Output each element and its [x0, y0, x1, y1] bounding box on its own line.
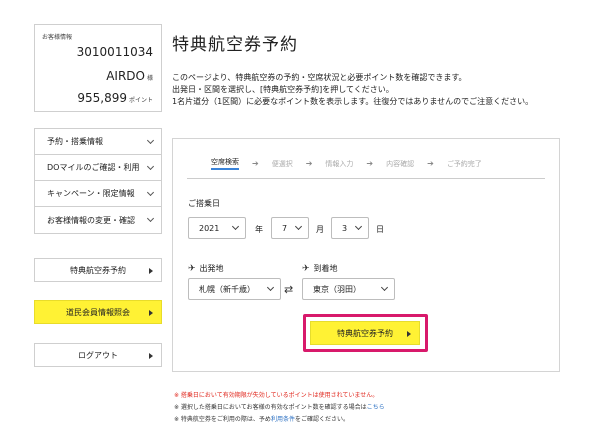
month-unit: 月 [316, 225, 324, 234]
year-value: 2021 [199, 223, 220, 233]
step-info-entry: 情報入力 [325, 159, 353, 169]
arrival-value: 東京（羽田） [313, 284, 361, 294]
day-value: 3 [342, 223, 348, 233]
arrow-right-icon [407, 331, 411, 337]
departure-label-row: ✈ 出発地 [188, 263, 224, 274]
step-flight-select: 便選択 [272, 159, 293, 169]
description-line: このページより、特典航空券の予約・空席状況と必要ポイント数を確認できます。 [172, 73, 467, 82]
description-line: 1名片道分（1区間）に必要なポイント数を表示します。往復分ではありませんのでご注… [172, 97, 534, 106]
arrow-right-icon: ➔ [252, 159, 259, 168]
departure-plane-icon: ✈ [188, 264, 196, 274]
step-label: 空席検索 [211, 157, 239, 170]
note-text: ※ 特典航空券をご利用の際は、予め [174, 416, 271, 423]
note-terms: ※ 特典航空券をご利用の際は、予め利用条件をご確認ください。 [174, 414, 385, 426]
year-select[interactable]: 2021 [188, 217, 246, 239]
chevron-down-icon [231, 222, 240, 231]
chevron-down-icon [146, 136, 155, 144]
note-valid-points: ※ 選択した搭乗日においてお客様の有効なポイント数を確認する場合はこちら [174, 402, 385, 414]
arrow-right-icon [149, 310, 153, 316]
note-expired-points: ※ 搭乗日において有効期限が失効しているポイントは使用されていません。 [174, 392, 379, 399]
page-title: 特典航空券予約 [172, 35, 298, 55]
departure-select[interactable]: 札幌（新千歳） [188, 278, 281, 300]
sidebar-dominmin-info-button[interactable]: 道民会員情報照会 [34, 300, 162, 324]
year-unit: 年 [255, 225, 263, 234]
departure-value: 札幌（新千歳） [199, 284, 255, 294]
step-search: 空席検索 [211, 157, 239, 170]
member-name-suffix: 様 [146, 75, 153, 82]
sidebar-menu: 予約・搭乗情報 DOマイルのご確認・利用 キャンペーン・限定情報 お客様情報の変… [34, 128, 162, 234]
arrival-plane-icon: ✈ [302, 264, 310, 274]
page-description: このページより、特典航空券の予約・空席状況と必要ポイント数を確認できます。 出発… [172, 72, 533, 108]
sidebar-award-ticket-button[interactable]: 特典航空券予約 [34, 258, 162, 282]
member-info-label: お客様情報 [42, 34, 73, 41]
chevron-down-icon [266, 283, 275, 292]
step-confirm: 内容確認 [386, 159, 414, 169]
arrival-label-row: ✈ 到着地 [302, 263, 338, 274]
chevron-down-icon [146, 162, 155, 170]
sidebar-award-ticket-label: 特典航空券予約 [70, 265, 126, 275]
sidebar-item-label: 予約・搭乗情報 [47, 137, 103, 146]
terms-link[interactable]: 利用条件 [271, 416, 295, 423]
sidebar-logout-label: ログアウト [78, 350, 118, 360]
chevron-down-icon [354, 222, 363, 231]
sidebar-dominmin-info-label: 道民会員情報照会 [66, 307, 130, 317]
day-unit: 日 [376, 225, 384, 234]
sidebar-item-label: キャンペーン・限定情報 [47, 189, 135, 198]
note-text: をご確認ください。 [294, 416, 349, 423]
sidebar-item-profile[interactable]: お客様情報の変更・確認 [35, 207, 161, 233]
day-select[interactable]: 3 [331, 217, 369, 239]
step-complete: ご予約完了 [447, 159, 482, 169]
valid-points-link[interactable]: こちら [367, 404, 385, 411]
arrival-select[interactable]: 東京（羽田） [302, 278, 395, 300]
step-label: 内容確認 [386, 159, 415, 168]
award-ticket-search-label: 特典航空券予約 [337, 328, 393, 338]
sidebar-item-label: お客様情報の変更・確認 [47, 215, 135, 225]
month-value: 7 [282, 223, 288, 233]
sidebar-item-reservations[interactable]: 予約・搭乗情報 [35, 129, 161, 155]
boarding-date-label: ご搭乗日 [188, 199, 220, 208]
note-text: ※ 選択した搭乗日においてお客様の有効なポイント数を確認する場合は [174, 404, 367, 411]
arrow-right-icon [149, 353, 153, 359]
arrow-right-icon: ➔ [305, 159, 313, 168]
swap-route-icon[interactable]: ⇄ [284, 283, 293, 296]
notes: ※ 搭乗日において有効期限が失効しているポイントは使用されていません。 ※ 選択… [174, 390, 385, 426]
departure-label: 出発地 [199, 264, 224, 273]
member-number: 3010011034 [76, 45, 153, 59]
arrival-label: 到着地 [313, 264, 338, 273]
arrow-right-icon: ➔ [366, 159, 374, 168]
member-info-card: お客様情報 3010011034 AIRDO 様 955,899 ポイント [34, 24, 162, 112]
arrow-right-icon [149, 268, 153, 274]
member-points-unit: ポイント [128, 97, 153, 104]
award-ticket-search-button[interactable]: 特典航空券予約 [310, 321, 420, 345]
month-select[interactable]: 7 [271, 217, 309, 239]
chevron-down-icon [294, 222, 303, 231]
progress-steps: 空席検索 ➔ 便選択 ➔ 情報入力 ➔ 内容確認 ➔ ご予約完了 [187, 149, 545, 179]
member-points: 955,899 [77, 91, 127, 105]
member-points-row: 955,899 ポイント [77, 91, 153, 105]
sidebar-item-campaigns[interactable]: キャンペーン・限定情報 [35, 181, 161, 207]
description-line: 出発日・区間を選択し、[特典航空券予約]を押してください。 [172, 85, 394, 94]
chevron-down-icon [380, 283, 389, 292]
arrow-right-icon: ➔ [427, 159, 434, 168]
sidebar-item-label: DOマイルのご確認・利用 [47, 163, 140, 172]
step-label: 便選択 [271, 159, 293, 168]
sidebar-item-do-miles[interactable]: DOマイルのご確認・利用 [35, 155, 161, 181]
sidebar-logout-button[interactable]: ログアウト [34, 343, 162, 367]
chevron-down-icon [146, 214, 155, 223]
member-name-row: AIRDO 様 [106, 69, 153, 83]
step-label: 情報入力 [325, 159, 354, 168]
chevron-down-icon [146, 188, 155, 196]
step-label: ご予約完了 [446, 159, 482, 168]
member-name: AIRDO [106, 69, 145, 83]
